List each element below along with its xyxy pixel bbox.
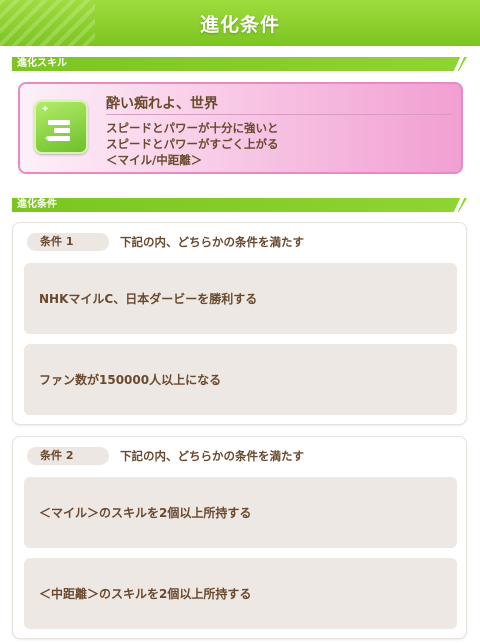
condition-title: 下記の内、どちらかの条件を満たす [120,235,304,249]
skill-name: 酔い痴れよ、世界 [106,96,218,112]
requirement-item: ファン数が150000人以上になる [24,344,457,415]
condition-title: 下記の内、どちらかの条件を満たす [120,449,304,463]
condition-box-2: 条件 2 下記の内、どちらかの条件を満たす ＜マイル＞のスキルを2個以上所持する… [12,436,467,639]
skill-divider [106,114,451,115]
condition-badge: 条件 2 [27,447,109,465]
condition-section-header: 進化条件 [12,198,467,212]
condition-section-label: 進化条件 [17,199,57,210]
evolved-skill-card[interactable]: ✦ ✦ 酔い痴れよ、世界 スピードとパワーが十分に強いと スピードとパワーがすご… [18,82,463,174]
page-title: 進化条件 [199,13,280,36]
skill-up-icon: ✦ ✦ [34,100,88,154]
skill-section-header: 進化スキル [12,57,467,71]
sparkle-icon: ✦ [41,104,50,115]
skill-section-label: 進化スキル [17,58,67,69]
skill-description: スピードとパワーが十分に強いと スピードとパワーがすごく上がる ＜マイル/中距離… [106,121,279,167]
condition-box-1: 条件 1 下記の内、どちらかの条件を満たす NHKマイルC、日本ダービーを勝利す… [12,222,467,425]
requirement-item: ＜中距離＞のスキルを2個以上所持する [24,558,457,629]
requirement-item: NHKマイルC、日本ダービーを勝利する [24,263,457,334]
header-bar: 進化条件 [0,0,480,46]
condition-badge: 条件 1 [27,233,109,251]
header-decoration [0,0,95,46]
requirement-item: ＜マイル＞のスキルを2個以上所持する [24,477,457,548]
